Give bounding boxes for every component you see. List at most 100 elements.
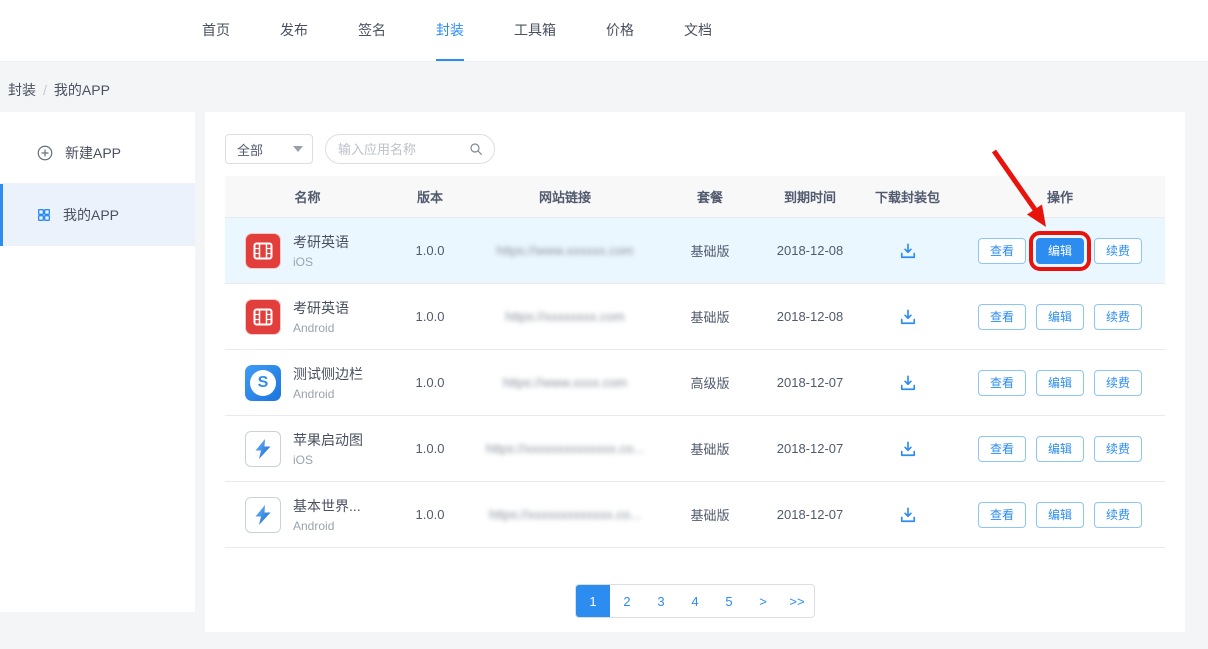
app-name: 考研英语 [293,298,349,318]
breadcrumb-current: 我的APP [54,80,110,100]
page-next-button[interactable]: > [746,585,780,617]
sidebar-item-my-app[interactable]: 我的APP [0,184,195,246]
edit-button[interactable]: 编辑 [1036,502,1084,528]
page-button-5[interactable]: 5 [712,585,746,617]
table-header-row: 名称 版本 网站链接 套餐 到期时间 下载封装包 操作 [225,176,1165,218]
sidebar: 新建APP 我的APP [0,112,195,612]
breadcrumb-root[interactable]: 封装 [8,80,36,100]
app-platform: Android [293,387,363,401]
app-name: 测试侧边栏 [293,364,363,384]
view-button[interactable]: 查看 [978,436,1026,462]
renew-button[interactable]: 续费 [1094,304,1142,330]
renew-button[interactable]: 续费 [1094,502,1142,528]
nav-item-toolbox[interactable]: 工具箱 [514,0,556,61]
nav-item-docs[interactable]: 文档 [684,0,712,61]
nav-item-sign[interactable]: 签名 [358,0,386,61]
download-icon[interactable] [898,307,918,327]
nav-item-publish[interactable]: 发布 [280,0,308,61]
table-row: 基本世界... Android 1.0.0 https://xxxxxxxxxx… [225,482,1165,548]
app-plan: 基础版 [660,307,760,326]
category-select-value: 全部 [237,140,263,159]
breadcrumb-separator: / [43,82,47,98]
pagination: 1 2 3 4 5 > >> [575,584,815,618]
app-name: 基本世界... [293,496,361,516]
film-icon [245,233,281,269]
new-app-label: 新建APP [65,143,121,163]
renew-button[interactable]: 续费 [1094,370,1142,396]
page-last-button[interactable]: >> [780,585,814,617]
nav-item-price[interactable]: 价格 [606,0,634,61]
breadcrumb: 封装 / 我的APP [8,80,110,100]
app-name: 苹果启动图 [293,430,363,450]
sidebar-item-new-app[interactable]: 新建APP [0,122,195,184]
app-table: 名称 版本 网站链接 套餐 到期时间 下载封装包 操作 [225,176,1165,548]
page-button-1[interactable]: 1 [576,585,610,617]
search-input[interactable] [338,142,468,157]
film-icon [245,299,281,335]
thunder-icon [245,431,281,467]
app-plan: 高级版 [660,373,760,392]
app-name: 考研英语 [293,232,349,252]
app-platform: iOS [293,255,349,269]
view-button[interactable]: 查看 [978,370,1026,396]
app-url: https://www.xxxx.com [503,375,627,390]
header-version: 版本 [390,187,470,206]
edit-button[interactable]: 编辑 [1036,370,1084,396]
table-row: 苹果启动图 iOS 1.0.0 https://xxxxxxxxxxxxxx.c… [225,416,1165,482]
view-button[interactable]: 查看 [978,304,1026,330]
app-platform: Android [293,321,349,335]
app-expiry: 2018-12-07 [760,507,860,522]
s-logo-icon: S [245,365,281,401]
download-icon[interactable] [898,505,918,525]
header-plan: 套餐 [660,187,760,206]
renew-button[interactable]: 续费 [1094,238,1142,264]
download-icon[interactable] [898,439,918,459]
app-expiry: 2018-12-07 [760,375,860,390]
app-version: 1.0.0 [390,507,470,522]
app-url: https://xxxxxxxxxxxxx.co... [489,507,641,522]
my-app-label: 我的APP [63,205,119,225]
page-button-3[interactable]: 3 [644,585,678,617]
app-plan: 基础版 [660,439,760,458]
table-row: 考研英语 Android 1.0.0 https://xxxxxxxx.com … [225,284,1165,350]
view-button[interactable]: 查看 [978,502,1026,528]
app-url: https://xxxxxxxx.com [505,309,624,324]
main-panel: 全部 名称 版本 网站链接 套餐 到期时间 下载封装包 操 [205,112,1185,632]
thunder-icon [245,497,281,533]
header-download: 下载封装包 [860,187,955,206]
edit-button[interactable]: 编辑 [1036,304,1084,330]
app-version: 1.0.0 [390,375,470,390]
page-button-2[interactable]: 2 [610,585,644,617]
header-name: 名称 [225,187,390,206]
nav-item-home[interactable]: 首页 [202,0,230,61]
app-expiry: 2018-12-08 [760,309,860,324]
edit-button[interactable]: 编辑 [1036,436,1084,462]
download-icon[interactable] [898,241,918,261]
view-button[interactable]: 查看 [978,238,1026,264]
chevron-down-icon [293,146,303,152]
header-url: 网站链接 [470,187,660,206]
app-plan: 基础版 [660,241,760,260]
nav-item-package[interactable]: 封装 [436,0,464,61]
search-box [325,134,495,164]
header-actions: 操作 [955,187,1165,206]
app-version: 1.0.0 [390,309,470,324]
renew-button[interactable]: 续费 [1094,436,1142,462]
download-icon[interactable] [898,373,918,393]
app-url: https://xxxxxxxxxxxxxx.co... [486,441,644,456]
grid-icon [36,207,52,223]
search-icon[interactable] [468,141,484,157]
app-expiry: 2018-12-07 [760,441,860,456]
app-version: 1.0.0 [390,441,470,456]
page-button-4[interactable]: 4 [678,585,712,617]
top-navbar: 首页 发布 签名 封装 工具箱 价格 文档 [0,0,1208,62]
plus-circle-icon [36,144,54,162]
edit-button[interactable]: 编辑 [1036,238,1084,264]
filter-row: 全部 [225,134,495,164]
category-select[interactable]: 全部 [225,134,313,164]
header-expiry: 到期时间 [760,187,860,206]
app-url: https://www.xxxxxx.com [496,243,633,258]
app-plan: 基础版 [660,505,760,524]
app-expiry: 2018-12-08 [760,243,860,258]
app-version: 1.0.0 [390,243,470,258]
